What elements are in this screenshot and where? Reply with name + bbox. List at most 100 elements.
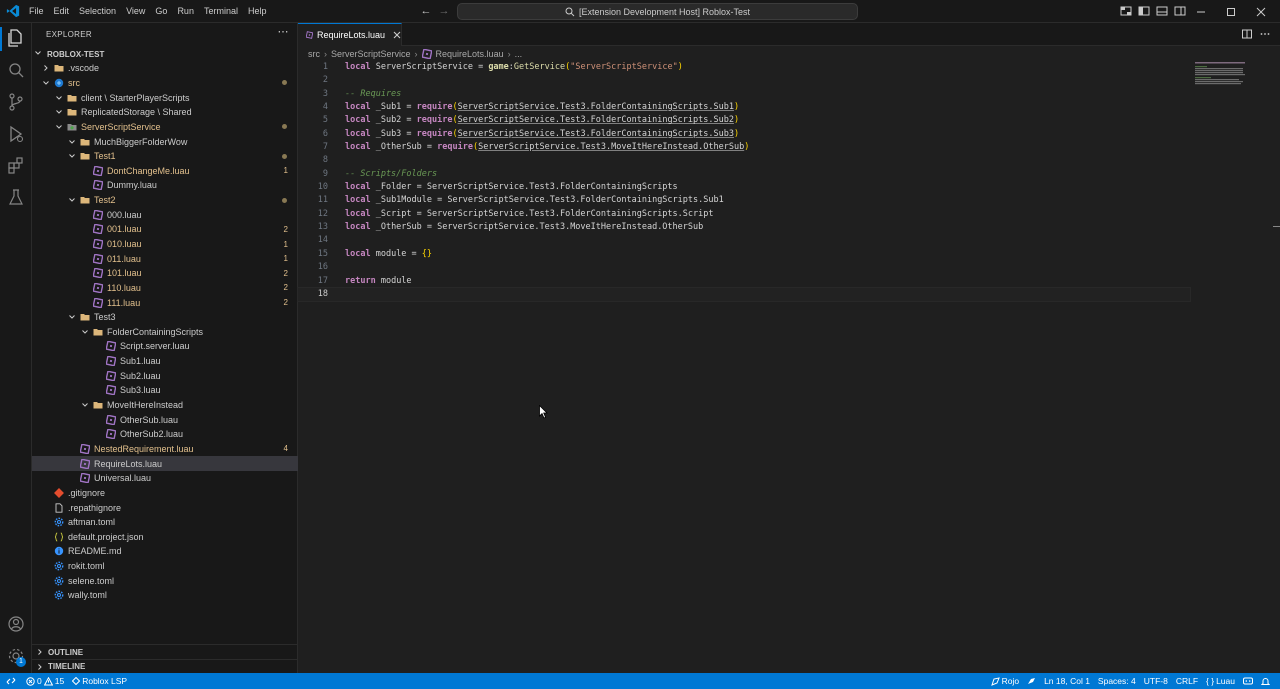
toggle-panel-icon[interactable] xyxy=(1155,4,1169,18)
tree-item[interactable]: OtherSub.luau xyxy=(32,412,298,427)
tree-item[interactable]: client \ StarterPlayerScripts xyxy=(32,90,298,105)
extensions-icon[interactable] xyxy=(5,155,27,177)
chevron-down-icon[interactable] xyxy=(80,400,90,410)
tree-item[interactable]: default.project.json xyxy=(32,530,298,545)
tree-item[interactable]: .gitignore xyxy=(32,486,298,501)
testing-flask-icon[interactable] xyxy=(5,187,27,209)
more-actions-icon[interactable]: ⋯ xyxy=(276,27,290,41)
menu-file[interactable]: File xyxy=(24,0,49,23)
tree-item[interactable]: wally.toml xyxy=(32,588,298,603)
tree-item[interactable]: ReplicatedStorage \ Shared xyxy=(32,105,298,120)
tree-item[interactable]: OtherSub2.luau xyxy=(32,427,298,442)
tree-item[interactable]: 001.luau 2 xyxy=(32,222,298,237)
close-icon[interactable] xyxy=(393,30,401,40)
code-line[interactable]: 11 local _Sub1Module = ServerScriptServic… xyxy=(298,194,1198,207)
tree-item[interactable]: FolderContainingScripts xyxy=(32,325,298,340)
toggle-primary-sidebar-icon[interactable] xyxy=(1137,4,1151,18)
breadcrumb-item[interactable]: RequireLots.luau xyxy=(436,49,504,59)
breadcrumb-item[interactable]: ServerScriptService xyxy=(331,49,411,59)
code-line[interactable]: 2 xyxy=(298,74,1198,87)
source-control-icon[interactable] xyxy=(5,91,27,113)
tree-item[interactable]: RequireLots.luau xyxy=(32,456,298,471)
code-line[interactable]: 8 xyxy=(298,154,1198,167)
rojo-status[interactable]: Rojo xyxy=(987,673,1023,689)
explorer-icon[interactable] xyxy=(5,27,27,49)
more-actions-icon[interactable] xyxy=(1259,28,1271,40)
menu-help[interactable]: Help xyxy=(243,0,272,23)
tree-item[interactable]: src xyxy=(32,76,298,91)
remote-indicator-button[interactable] xyxy=(0,673,22,689)
tree-item[interactable]: aftman.toml xyxy=(32,515,298,530)
tree-item[interactable]: 011.luau 1 xyxy=(32,251,298,266)
menu-go[interactable]: Go xyxy=(150,0,172,23)
tree-item[interactable]: 110.luau 2 xyxy=(32,281,298,296)
code-line[interactable]: 15 local module = {} xyxy=(298,248,1198,261)
breadcrumb-item[interactable]: ... xyxy=(515,49,523,59)
tab-requirelots[interactable]: RequireLots.luau xyxy=(298,23,402,46)
notifications-status[interactable] xyxy=(1257,673,1274,689)
tree-item[interactable]: Sub1.luau xyxy=(32,354,298,369)
chevron-down-icon[interactable] xyxy=(67,195,77,205)
tree-item[interactable]: 111.luau 2 xyxy=(32,295,298,310)
code-line[interactable]: 6 local _Sub3 = require(ServerScriptServi… xyxy=(298,128,1198,141)
code-editor[interactable]: 1 local ServerScriptService = game:GetSer… xyxy=(297,61,1198,303)
tree-item[interactable]: NestedRequirement.luau 4 xyxy=(32,442,298,457)
tree-item[interactable]: Test2 xyxy=(32,193,298,208)
customize-layout-icon[interactable] xyxy=(1119,4,1133,18)
tree-item[interactable]: MuchBiggerFolderWow xyxy=(32,134,298,149)
code-line[interactable]: 12 local _Script = ServerScriptService.Te… xyxy=(298,208,1198,221)
close-window-button[interactable] xyxy=(1246,0,1276,23)
menu-edit[interactable]: Edit xyxy=(49,0,75,23)
code-line[interactable]: 1 local ServerScriptService = game:GetSer… xyxy=(298,61,1198,74)
chevron-right-icon[interactable] xyxy=(41,63,51,73)
code-line[interactable]: 16 xyxy=(298,261,1198,274)
tree-item[interactable]: Test3 xyxy=(32,310,298,325)
tree-item[interactable]: Sub2.luau xyxy=(32,368,298,383)
run-and-debug-icon[interactable] xyxy=(5,123,27,145)
menu-selection[interactable]: Selection xyxy=(74,0,121,23)
tree-item[interactable]: .repathignore xyxy=(32,500,298,515)
code-line[interactable]: 3 -- Requires xyxy=(298,88,1198,101)
code-line[interactable]: 7 local _OtherSub = require(ServerScriptS… xyxy=(298,141,1198,154)
tree-item[interactable]: selene.toml xyxy=(32,573,298,588)
breadcrumb-item[interactable]: src xyxy=(308,49,320,59)
tree-item[interactable]: README.md xyxy=(32,544,298,559)
chevron-down-icon[interactable] xyxy=(41,78,51,88)
tree-item[interactable]: Script.server.luau xyxy=(32,339,298,354)
maximize-button[interactable] xyxy=(1216,0,1246,23)
chevron-down-icon[interactable] xyxy=(67,137,77,147)
scrollbar-marker[interactable] xyxy=(1273,226,1280,227)
tree-item[interactable]: 000.luau xyxy=(32,207,298,222)
menu-run[interactable]: Run xyxy=(172,0,199,23)
code-line[interactable]: 5 local _Sub2 = require(ServerScriptServi… xyxy=(298,114,1198,127)
code-line[interactable]: 10 local _Folder = ServerScriptService.Te… xyxy=(298,181,1198,194)
problems-indicator[interactable]: 0 15 xyxy=(22,673,68,689)
command-center-search[interactable]: [Extension Development Host] Roblox-Test xyxy=(457,3,858,20)
minimize-button[interactable] xyxy=(1186,0,1216,23)
split-editor-icon[interactable] xyxy=(1241,28,1253,40)
language-mode[interactable]: { } Luau xyxy=(1202,673,1239,689)
outline-section-header[interactable]: OUTLINE xyxy=(32,644,298,659)
chevron-down-icon[interactable] xyxy=(54,122,64,132)
tree-item[interactable]: rokit.toml xyxy=(32,559,298,574)
code-line[interactable]: 17 return module xyxy=(298,275,1198,288)
chevron-down-icon[interactable] xyxy=(80,327,90,337)
code-line[interactable]: 18 xyxy=(297,286,1191,303)
tree-item[interactable]: MoveItHereInstead xyxy=(32,398,298,413)
tree-item[interactable]: Dummy.luau xyxy=(32,178,298,193)
copilot-status[interactable] xyxy=(1023,673,1040,689)
chevron-down-icon[interactable] xyxy=(67,312,77,322)
end-of-line[interactable]: CRLF xyxy=(1172,673,1202,689)
code-line[interactable]: 14 xyxy=(298,234,1198,247)
code-line[interactable]: 9 -- Scripts/Folders xyxy=(298,168,1198,181)
tree-item[interactable]: 101.luau 2 xyxy=(32,266,298,281)
tree-item[interactable]: 010.luau 1 xyxy=(32,237,298,252)
chevron-down-icon[interactable] xyxy=(54,93,64,103)
timeline-section-header[interactable]: TIMELINE xyxy=(32,659,298,673)
chevron-down-icon[interactable] xyxy=(67,151,77,161)
encoding[interactable]: UTF-8 xyxy=(1140,673,1172,689)
lsp-status[interactable]: Roblox LSP xyxy=(68,673,131,689)
tree-item[interactable]: Test1 xyxy=(32,149,298,164)
accounts-icon[interactable] xyxy=(5,613,27,635)
chevron-down-icon[interactable] xyxy=(54,107,64,117)
